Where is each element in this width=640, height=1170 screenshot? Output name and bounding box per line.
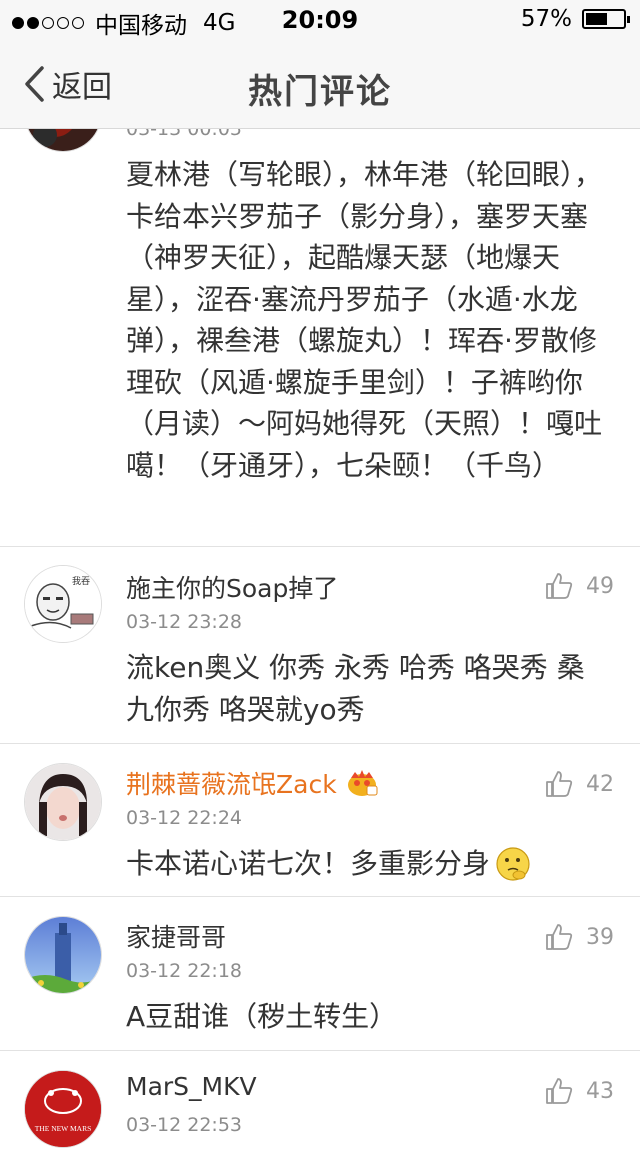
like-count: 43 bbox=[586, 1078, 614, 1104]
like-button[interactable]: 49 bbox=[544, 571, 614, 601]
comment-time: 03-12 22:24 bbox=[126, 807, 243, 829]
comment-time: 03-12 23:28 bbox=[126, 611, 243, 633]
battery-status: 57% bbox=[520, 6, 630, 32]
commenter-name[interactable]: MarS_MKV bbox=[126, 1072, 257, 1101]
comment-text: 夏林港（写轮眼），林年港（轮回眼），卡给本兴罗茄子（影分身），塞罗天塞（神罗天征… bbox=[126, 158, 603, 482]
battery-icon bbox=[582, 9, 630, 29]
vip-crown-icon bbox=[347, 770, 378, 796]
like-button[interactable]: 39 bbox=[544, 922, 614, 952]
svg-text:THE NEW MARS: THE NEW MARS bbox=[35, 1124, 92, 1133]
comment-text: A豆甜谁（秽土转生） bbox=[126, 1000, 398, 1033]
comment-item: 03-13 00:05 夏林港（写轮眼），林年港（轮回眼），卡给本兴罗茄子（影分… bbox=[0, 74, 640, 547]
thinking-emoji-icon bbox=[496, 847, 530, 881]
like-button[interactable]: 42 bbox=[544, 769, 614, 799]
comment-time: 03-12 22:53 bbox=[126, 1114, 243, 1136]
comment-item: 荆棘蔷薇流氓Zack 03-12 22:24 42 卡本诺心诺七次！多重影分身 bbox=[0, 743, 640, 897]
battery-percent: 57% bbox=[520, 6, 572, 32]
thumb-up-icon bbox=[546, 573, 573, 599]
commenter-name[interactable]: 施主你的Soap掉了 bbox=[126, 569, 338, 605]
top-bar: 中国移动 4G 20:09 57% 返回 热门评论 bbox=[0, 0, 640, 129]
page-title: 热门评论 bbox=[248, 72, 392, 112]
thumb-up-icon bbox=[546, 771, 573, 797]
avatar[interactable] bbox=[24, 763, 102, 841]
comment-item: 我吞 施主你的Soap掉了 03-12 23:28 49 流ken奥义 你秀 永… bbox=[0, 547, 640, 744]
commenter-name[interactable]: 荆棘蔷薇流氓Zack bbox=[126, 765, 379, 801]
comment-time: 03-12 22:18 bbox=[126, 960, 243, 982]
comment-item: THE NEW MARS MarS_MKV 03-12 22:53 43 bbox=[0, 1050, 640, 1170]
comment-item: 家捷哥哥 03-12 22:18 39 A豆甜谁（秽土转生） bbox=[0, 896, 640, 1051]
thumb-up-icon bbox=[546, 1078, 573, 1104]
like-button[interactable]: 43 bbox=[544, 1076, 614, 1106]
like-count: 39 bbox=[586, 924, 614, 950]
commenter-name[interactable]: 家捷哥哥 bbox=[126, 918, 226, 954]
like-count: 42 bbox=[586, 771, 614, 797]
avatar[interactable]: THE NEW MARS bbox=[24, 1070, 102, 1148]
like-count: 49 bbox=[586, 573, 614, 599]
status-bar: 中国移动 4G 20:09 57% bbox=[0, 0, 640, 40]
comment-text: 流ken奥义 你秀 永秀 哈秀 咯哭秀 桑九你秀 咯哭就yo秀 bbox=[126, 651, 585, 726]
comment-text: 卡本诺心诺七次！多重影分身 bbox=[126, 843, 612, 885]
thumb-up-icon bbox=[546, 924, 573, 950]
avatar[interactable]: 我吞 bbox=[24, 565, 102, 643]
avatar[interactable] bbox=[24, 916, 102, 994]
svg-text:我吞: 我吞 bbox=[72, 576, 90, 587]
navigation-bar: 返回 热门评论 bbox=[0, 40, 640, 128]
